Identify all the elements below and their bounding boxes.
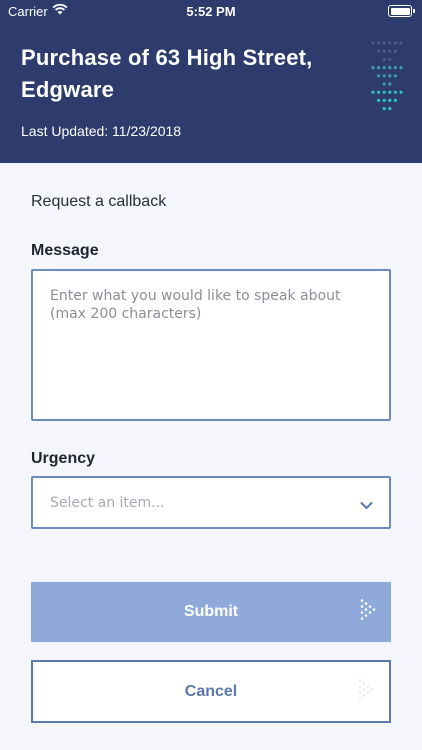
status-time: 5:52 PM <box>186 4 236 19</box>
urgency-placeholder: Select an item... <box>50 495 165 511</box>
battery-icon <box>388 5 415 17</box>
urgency-label: Urgency <box>31 450 96 467</box>
message-textarea[interactable]: Enter what you would like to speak about… <box>31 269 391 421</box>
arrow-right-icon <box>359 598 379 627</box>
message-placeholder: Enter what you would like to speak about… <box>50 288 341 322</box>
page-title: Purchase of 63 High Street, Edgware <box>21 45 313 102</box>
urgency-select[interactable]: Select an item... <box>31 476 391 529</box>
section-title: Request a callback <box>31 193 167 210</box>
last-updated-text: Last Updated: 11/23/2018 <box>21 123 182 139</box>
header: Carrier 5:52 PM Purchase of 63 High Stre… <box>0 0 422 163</box>
message-label: Message <box>31 242 99 259</box>
brand-logo <box>370 40 404 121</box>
submit-button[interactable]: Submit <box>31 582 391 642</box>
submit-label: Submit <box>183 603 239 620</box>
cancel-label: Cancel <box>184 682 238 700</box>
status-bar: Carrier 5:52 PM <box>0 0 422 22</box>
cancel-button[interactable]: Cancel <box>31 660 391 723</box>
chevron-down-icon <box>360 498 373 514</box>
arrow-right-icon <box>357 677 377 706</box>
